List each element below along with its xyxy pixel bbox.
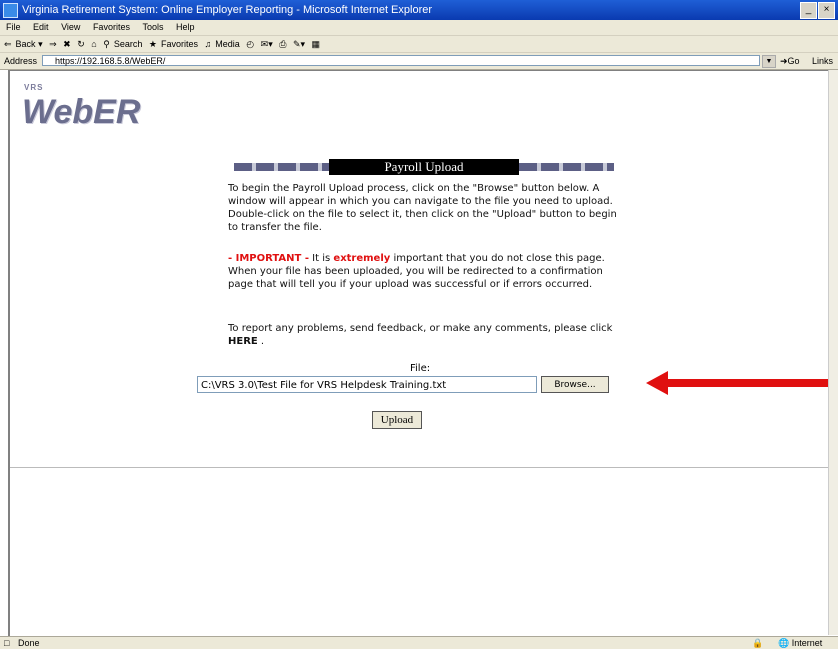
page-done-icon: □ xyxy=(4,638,10,648)
weber-logo: VRS WebER xyxy=(22,83,147,135)
media-button[interactable]: ♫ Media xyxy=(205,39,240,49)
window-titlebar: Virginia Retirement System: Online Emplo… xyxy=(0,0,838,20)
stop-icon[interactable]: ✖ xyxy=(63,39,71,49)
menu-view[interactable]: View xyxy=(61,22,80,32)
annotation-arrow-icon xyxy=(646,371,831,395)
forward-icon[interactable]: ⇒ xyxy=(49,39,57,49)
important-emphasis: extremely xyxy=(333,253,391,264)
menu-help[interactable]: Help xyxy=(176,22,195,32)
window-title: Virginia Retirement System: Online Emplo… xyxy=(22,4,433,16)
print-icon[interactable]: ⎙ xyxy=(279,39,286,49)
discuss-icon[interactable]: ▦ xyxy=(312,39,321,49)
media-label: Media xyxy=(215,39,240,49)
search-label: Search xyxy=(113,39,143,49)
favorites-button[interactable]: ★ Favorites xyxy=(149,39,198,49)
ie-app-icon xyxy=(3,3,18,18)
menu-edit[interactable]: Edit xyxy=(33,22,49,32)
links-button[interactable]: Links xyxy=(812,53,833,69)
important-pre: It is xyxy=(309,253,334,264)
header-stripe-left xyxy=(234,163,329,171)
important-notice: - IMPORTANT - It is extremely important … xyxy=(228,252,618,291)
back-label: Back xyxy=(15,39,36,49)
minimize-button[interactable]: _ xyxy=(800,2,817,19)
here-link[interactable]: HERE xyxy=(228,336,258,347)
menu-bar: File Edit View Favorites Tools Help xyxy=(0,20,838,36)
report-post: . xyxy=(257,336,265,347)
home-icon[interactable]: ⌂ xyxy=(91,39,96,49)
history-icon[interactable]: ◴ xyxy=(246,39,254,49)
go-label: Go xyxy=(787,56,800,66)
menu-file[interactable]: File xyxy=(6,22,21,32)
back-button[interactable]: ⇐ Back ▾ xyxy=(4,39,43,49)
internet-zone: 🌐 Internet xyxy=(778,638,823,648)
refresh-icon[interactable]: ↻ xyxy=(77,39,85,49)
important-label: - IMPORTANT - xyxy=(228,253,309,264)
intro-text: To begin the Payroll Upload process, cli… xyxy=(228,183,617,233)
close-button[interactable]: × xyxy=(818,2,835,19)
report-text: To report any problems, send feedback, o… xyxy=(228,322,618,348)
status-text: Done xyxy=(18,638,40,648)
page-divider xyxy=(10,467,828,468)
mail-icon[interactable]: ✉▾ xyxy=(261,39,273,49)
status-bar: □ Done 🔒 🌐 Internet xyxy=(0,636,838,649)
lock-icon: 🔒 xyxy=(752,638,764,648)
browser-toolbar: ⇐ Back ▾ ⇒ ✖ ↻ ⌂ ⚲ Search ★ Favorites ♫ Medi… xyxy=(0,36,838,53)
section-header: Payroll Upload xyxy=(234,159,614,175)
logo-vrs-text: VRS xyxy=(24,83,44,92)
report-pre: To report any problems, send feedback, o… xyxy=(228,323,613,334)
address-input[interactable]: https://192.168.5.8/WebER/ xyxy=(42,55,760,66)
vertical-scrollbar[interactable] xyxy=(828,70,838,635)
search-button[interactable]: ⚲ Search xyxy=(103,39,142,49)
file-label: File: xyxy=(410,363,431,374)
address-bar: Address https://192.168.5.8/WebER/ ▼ ➜Go… xyxy=(0,53,838,70)
menu-tools[interactable]: Tools xyxy=(142,22,163,32)
menu-favorites[interactable]: Favorites xyxy=(93,22,130,32)
page-content: VRS WebER Payroll Upload To begin the Pa… xyxy=(8,70,831,636)
address-label: Address xyxy=(4,56,38,66)
page-title: Payroll Upload xyxy=(329,159,519,175)
edit-icon[interactable]: ✎▾ xyxy=(293,39,305,49)
go-button[interactable]: ➜Go xyxy=(780,53,800,69)
zone-label: Internet xyxy=(791,638,823,648)
browse-button[interactable]: Browse... xyxy=(541,376,609,393)
favorites-label: Favorites xyxy=(160,39,198,49)
address-dropdown-icon[interactable]: ▼ xyxy=(762,55,776,68)
upload-button[interactable]: Upload xyxy=(372,411,422,429)
file-path-input[interactable]: C:\VRS 3.0\Test File for VRS Helpdesk Tr… xyxy=(197,376,537,393)
header-stripe-right xyxy=(519,163,614,171)
logo-weber-text: WebER xyxy=(22,93,141,131)
